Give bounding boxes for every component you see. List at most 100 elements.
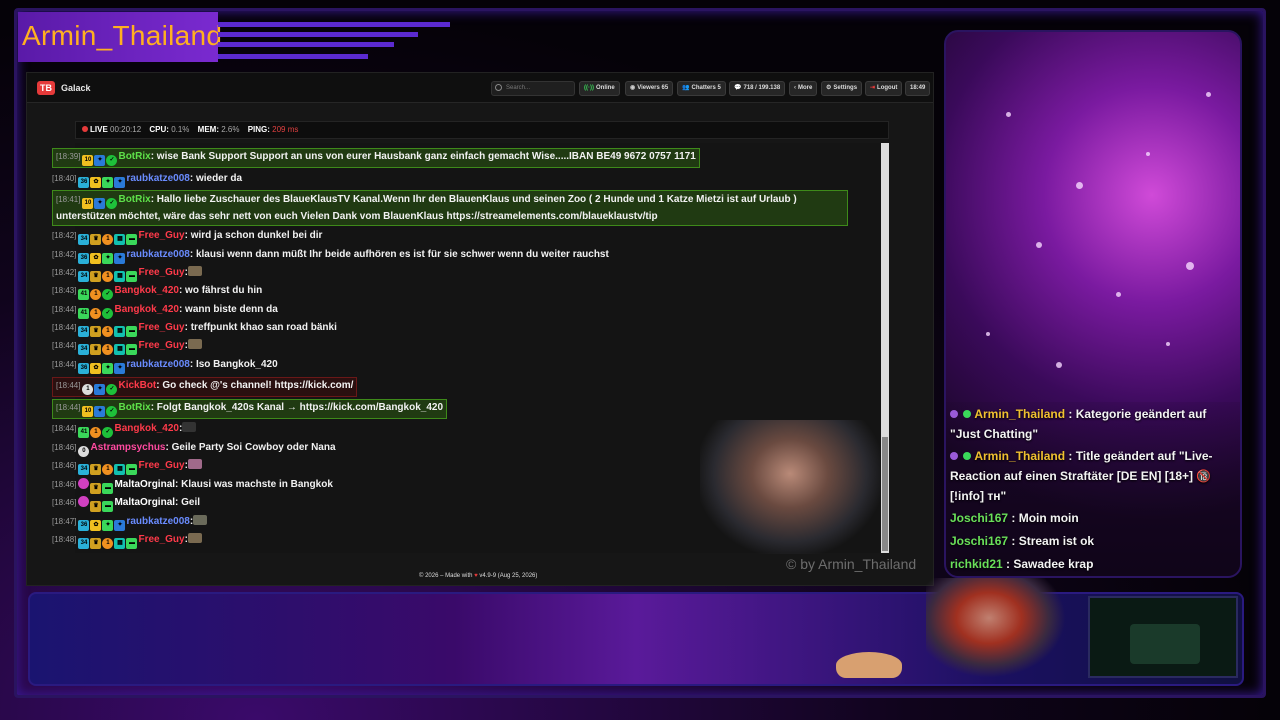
bot-badge-icon: ✦: [94, 155, 106, 166]
chat-message: [18:43] 41 1 ✓ Bangkok_420: wo fährst du hin: [52, 284, 262, 300]
coin-badge-icon: 1: [90, 308, 102, 319]
hand-image: [836, 652, 902, 678]
crown-badge-icon: ♛: [90, 538, 102, 549]
level-badge: 36: [78, 363, 90, 374]
coin-badge-icon: 1: [90, 427, 102, 438]
users-icon: 👥: [682, 85, 690, 91]
chat-username[interactable]: raubkatze008: [126, 173, 189, 184]
level-badge: 36: [78, 520, 90, 531]
viewers-button[interactable]: ◉ Viewers 65: [625, 81, 674, 96]
chat-username[interactable]: Bangkok_420: [114, 423, 178, 434]
chat-username[interactable]: Free_Guy: [138, 534, 184, 545]
scrollbar-thumb[interactable]: [882, 437, 888, 551]
chat-username[interactable]: Bangkok_420: [114, 304, 178, 315]
crown-badge-icon: ♛: [90, 271, 102, 282]
bot-badge-icon: ✦: [94, 384, 106, 395]
chat-username[interactable]: BotRix: [118, 151, 150, 162]
coin-badge-icon: 1: [82, 384, 94, 395]
emote-icon: [193, 515, 208, 525]
chat-username[interactable]: Free_Guy: [138, 267, 184, 278]
gift-badge-icon: ▦: [114, 538, 126, 549]
verified-icon: ✓: [106, 155, 118, 166]
overlay-message: Armin_Thailand : Title geändert auf "Liv…: [950, 446, 1213, 466]
bot-badge-icon: ✦: [94, 198, 106, 209]
chatters-button[interactable]: 👥 Chatters 5: [677, 81, 726, 96]
verified-icon: [963, 452, 972, 460]
chat-message: [18:44] 36 ✿ ✦ ✦ raubkatze008: Iso Bangkok_42…: [52, 358, 278, 374]
level-badge: 10: [82, 406, 94, 417]
chat-message: [18:46] ♛ ▬ MaltaOrginal: Klausi was machst…: [52, 478, 333, 494]
more-button[interactable]: ‹ More: [789, 81, 818, 96]
settings-button[interactable]: ⚙ Settings: [821, 81, 863, 96]
chat-username[interactable]: MaltaOrginal: [114, 497, 175, 508]
webcam-feed: [700, 420, 880, 554]
verified-icon: ✓: [106, 384, 118, 395]
crown-badge-icon: ♛: [90, 234, 102, 245]
sub-badge-icon: ▬: [126, 326, 138, 337]
chat-message: [18:42] 34 ♛ 1 ▦ ▬ Free_Guy: wird ja schon dun…: [52, 229, 322, 245]
cat-badge-icon: ✿: [90, 363, 102, 374]
emote-icon: [187, 339, 202, 349]
coin-badge-icon: 1: [102, 271, 114, 282]
overlay-message: Joschi167 : Stream ist ok: [950, 534, 1095, 548]
verified-icon: ✓: [102, 289, 114, 300]
star-badge-icon: ✦: [102, 177, 114, 188]
stream-title: Armin_Thailand: [22, 20, 223, 51]
coin-badge-icon: 1: [102, 326, 114, 337]
coin-badge-icon: 1: [102, 344, 114, 355]
chat-message: [18:42] 34 ♛ 1 ▦ ▬ Free_Guy:: [52, 266, 202, 282]
chat-scrollbar[interactable]: [881, 143, 889, 553]
gift-badge-icon: ▦: [114, 464, 126, 475]
chat-username[interactable]: BotRix: [118, 402, 150, 413]
chat-username[interactable]: Free_Guy: [138, 230, 184, 241]
sub-badge-icon: ✦: [114, 363, 126, 374]
online-button[interactable]: ((·)) Online: [579, 81, 620, 96]
emote-icon: [182, 422, 197, 432]
level-badge: [78, 496, 90, 507]
chat-username[interactable]: Astrampsychus: [90, 442, 165, 453]
chat-username[interactable]: raubkatze008: [126, 516, 189, 527]
stream-overlay: Armin_Thailand TB Galack Search... ((·))…: [0, 0, 1280, 720]
app-footer: © 2026 – Made with ♥ v4.9-9 (Aug 25, 202…: [419, 573, 538, 579]
chat-username[interactable]: MaltaOrginal: [114, 479, 175, 490]
gift-badge-icon: ▦: [114, 344, 126, 355]
logout-button[interactable]: ⇥ Logout: [865, 81, 903, 96]
overlay-message: Armin_Thailand : Kategorie geändert auf: [950, 404, 1206, 424]
verified-icon: [963, 410, 972, 418]
level-badge: 41: [78, 289, 90, 300]
search-input[interactable]: Search...: [491, 81, 575, 96]
sub-badge-icon: ▬: [102, 501, 114, 512]
logout-icon: ⇥: [870, 85, 876, 91]
gift-badge-icon: ▦: [114, 271, 126, 282]
cat-badge-icon: ✿: [90, 253, 102, 264]
chat-username[interactable]: KickBot: [118, 380, 156, 391]
verified-icon: ✓: [106, 198, 118, 209]
star-badge-icon: ✦: [102, 253, 114, 264]
app-logo: TB: [37, 81, 55, 95]
emote-icon: [187, 459, 202, 469]
crown-badge-icon: ♛: [90, 501, 102, 512]
star-badge-icon: ✦: [102, 363, 114, 374]
chat-username[interactable]: Free_Guy: [138, 322, 184, 333]
verified-icon: ✓: [102, 427, 114, 438]
chat-username[interactable]: Free_Guy: [138, 340, 184, 351]
chat-message: [18:44] 41 1 ✓ Bangkok_420:: [52, 422, 197, 438]
mod-badge-icon: [950, 410, 958, 418]
emote-icon: [187, 533, 202, 543]
messages-counter[interactable]: 💬 718 / 199.138: [729, 81, 786, 96]
chat-username[interactable]: raubkatze008: [126, 249, 189, 260]
sub-badge-icon: ▬: [126, 344, 138, 355]
gear-icon: ⚙: [826, 85, 832, 91]
sub-badge-icon: ▬: [126, 538, 138, 549]
level-badge: 36: [78, 177, 90, 188]
chat-username[interactable]: BotRix: [118, 194, 150, 205]
chat-username[interactable]: Free_Guy: [138, 460, 184, 471]
chat-message: [18:44] 34 ♛ 1 ▦ ▬ Free_Guy: treffpunkt khao s…: [52, 321, 337, 337]
signal-icon: ((·)): [584, 85, 594, 91]
overlay-message: Joschi167 : Moin moin: [950, 511, 1079, 525]
overlay-message: richkid21 : Sawadee krap: [950, 557, 1094, 571]
search-icon: [495, 84, 502, 91]
chat-message: [18:40] 36 ✿ ✦ ✦ raubkatze008: wieder da: [52, 172, 242, 188]
chat-username[interactable]: Bangkok_420: [114, 285, 178, 296]
chat-username[interactable]: raubkatze008: [126, 359, 189, 370]
